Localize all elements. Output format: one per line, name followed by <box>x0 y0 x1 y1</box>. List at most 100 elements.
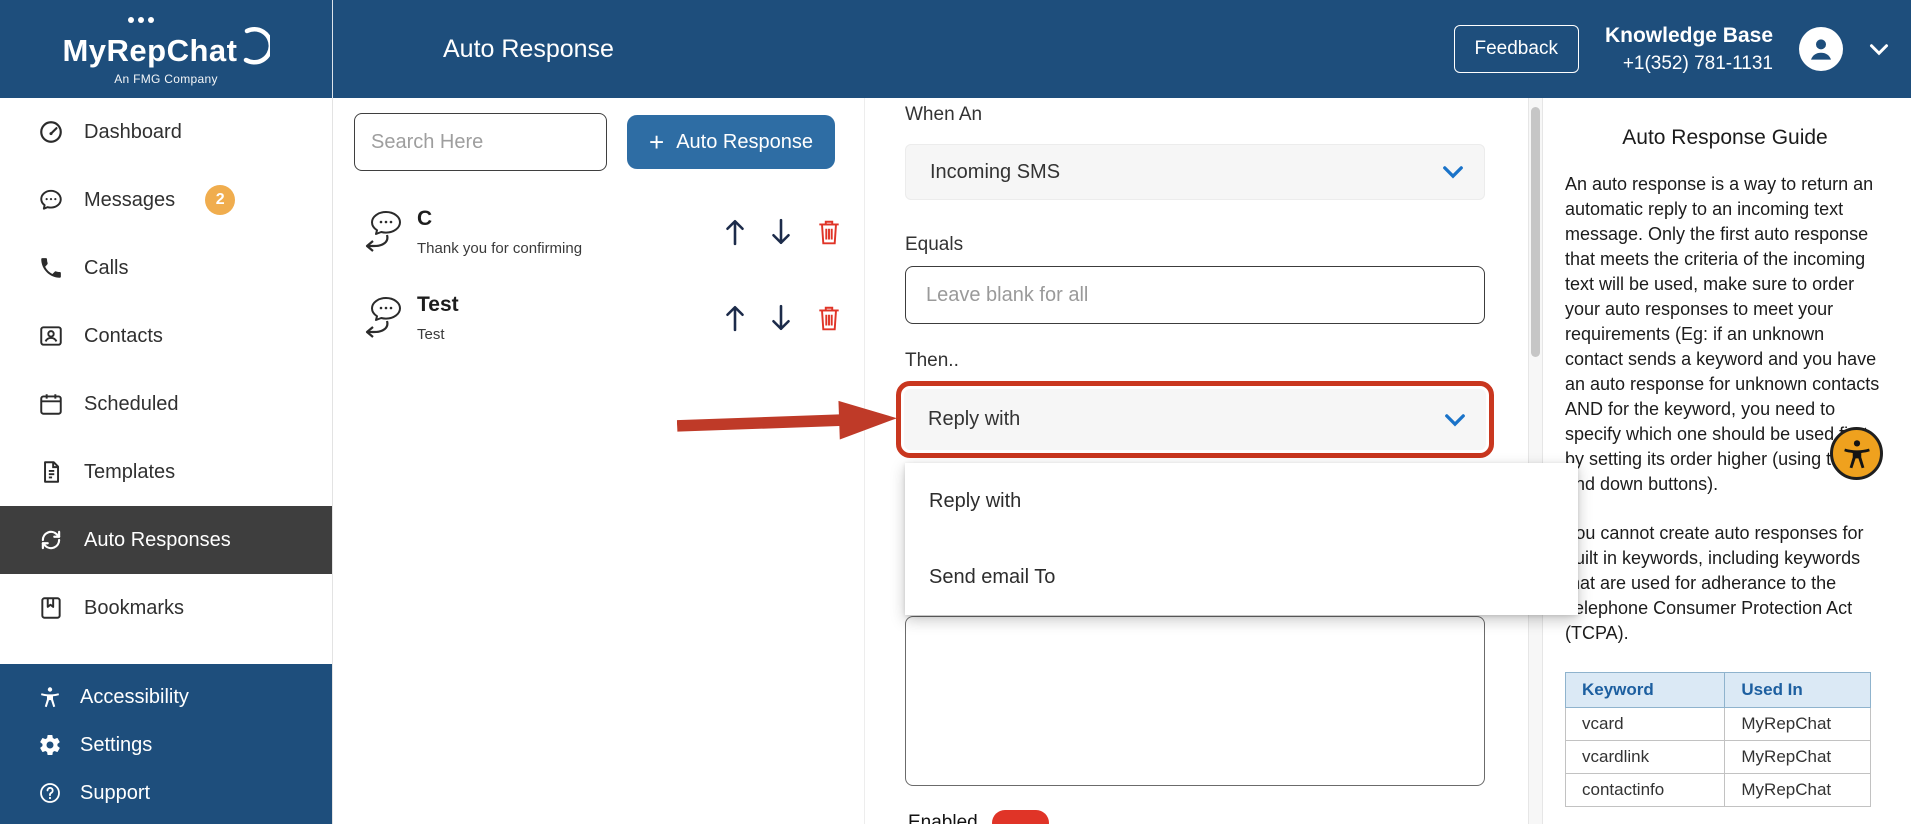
sidebar-item-auto-responses[interactable]: Auto Responses <box>0 506 332 574</box>
move-up-button[interactable] <box>724 218 746 246</box>
add-auto-response-button[interactable]: + Auto Response <box>627 115 835 169</box>
guide-paragraph: You cannot create auto responses for bui… <box>1565 523 1864 643</box>
user-avatar[interactable] <box>1799 27 1843 71</box>
annotation-highlight: Reply with <box>896 381 1494 458</box>
sidebar-item-calls[interactable]: Calls <box>0 234 332 302</box>
chat-swoosh-icon <box>243 26 270 64</box>
add-auto-response-label: Auto Response <box>676 130 813 153</box>
keyword-cell: contactinfo <box>1564 773 1726 807</box>
app-header: MyRepChat An FMG Company Auto Response F… <box>0 0 1911 98</box>
question-circle-icon <box>38 781 62 805</box>
search-input[interactable] <box>354 113 607 171</box>
sidebar-item-label: Calls <box>84 256 129 279</box>
table-row: contactinfo MyRepChat <box>1564 773 1871 807</box>
auto-reply-icon <box>359 209 403 255</box>
action-select[interactable]: Reply with <box>904 389 1486 450</box>
auto-response-subtitle: Test <box>417 326 445 343</box>
keyword-cell: vcardlink <box>1564 740 1726 774</box>
brand-tagline: An FMG Company <box>114 71 218 86</box>
sidebar-item-label: Support <box>80 781 151 804</box>
response-textarea[interactable] <box>905 616 1485 786</box>
chevron-down-icon <box>1870 43 1888 55</box>
sidebar-item-label: Auto Responses <box>84 528 231 551</box>
sidebar-item-templates[interactable]: Templates <box>0 438 332 506</box>
dropdown-option-reply-with[interactable]: Reply with <box>905 463 1578 539</box>
sidebar-item-settings[interactable]: Settings <box>0 721 332 769</box>
user-avatar-icon <box>1811 39 1831 60</box>
contact-card-icon <box>38 323 64 349</box>
sidebar-item-label: Templates <box>84 460 176 483</box>
sidebar-item-label: Bookmarks <box>84 596 185 619</box>
sidebar-item-scheduled[interactable]: Scheduled <box>0 370 332 438</box>
document-icon <box>38 459 64 485</box>
account-info: Knowledge Base +1(352) 781-1131 <box>1605 23 1773 76</box>
dropdown-option-send-email-to[interactable]: Send email To <box>905 539 1578 615</box>
guide-title: Auto Response Guide <box>1622 126 1828 149</box>
sidebar-item-label: Dashboard <box>84 120 182 143</box>
chevron-down-icon <box>1444 413 1466 427</box>
sidebar-item-support[interactable]: Support <box>0 769 332 817</box>
scrollbar-thumb[interactable] <box>1531 107 1540 357</box>
action-select-value: Reply with <box>928 408 1021 430</box>
move-down-button[interactable] <box>770 218 792 246</box>
enabled-toggle[interactable] <box>991 810 1049 824</box>
sidebar-item-contacts[interactable]: Contacts <box>0 302 332 370</box>
sidebar: Dashboard Messages 2 Calls Contacts Sche… <box>0 98 333 824</box>
chat-bubble-icon <box>38 187 64 213</box>
equals-label: Equals <box>905 234 964 255</box>
phone-icon <box>38 255 64 281</box>
plus-icon: + <box>649 127 665 157</box>
account-phone: +1(352) 781-1131 <box>1622 52 1773 74</box>
bookmark-icon <box>38 595 64 621</box>
brand-name: MyRepChat <box>62 32 238 68</box>
page-title: Auto Response <box>443 34 614 63</box>
accessibility-icon <box>1843 439 1870 468</box>
sidebar-item-label: Settings <box>80 733 153 756</box>
sidebar-item-accessibility[interactable]: Accessibility <box>0 673 332 721</box>
feedback-button[interactable]: Feedback <box>1453 25 1579 73</box>
used-in-cell: MyRepChat <box>1724 740 1871 774</box>
delete-icon[interactable] <box>816 304 842 332</box>
messages-unread-badge: 2 <box>205 185 236 215</box>
auto-response-editor: When An Incoming SMS Equals Then.. Reply… <box>865 98 1528 824</box>
app-logo: MyRepChat An FMG Company <box>0 0 333 98</box>
auto-response-item[interactable]: Test Test <box>333 293 864 343</box>
sidebar-item-label: Scheduled <box>84 392 179 415</box>
accessibility-widget-button[interactable] <box>1830 427 1883 480</box>
table-row: vcard MyRepChat <box>1564 707 1871 741</box>
auto-response-title: C <box>417 207 433 230</box>
vertical-scrollbar[interactable] <box>1528 98 1543 824</box>
equals-input[interactable] <box>905 266 1485 324</box>
gauge-icon <box>38 119 64 145</box>
used-in-cell: MyRepChat <box>1724 773 1871 807</box>
trigger-select-value: Incoming SMS <box>930 160 1061 183</box>
auto-response-list-panel: + Auto Response C Thank you for confirmi… <box>333 98 865 824</box>
auto-response-subtitle: Thank you for confirming <box>417 240 583 257</box>
used-in-cell: MyRepChat <box>1724 707 1871 741</box>
move-down-button[interactable] <box>770 304 792 332</box>
sidebar-item-label: Contacts <box>84 324 163 347</box>
account-menu-chevron[interactable] <box>1869 43 1889 56</box>
auto-response-item[interactable]: C Thank you for confirming <box>333 207 864 257</box>
account-name: Knowledge Base <box>1604 23 1773 47</box>
delete-icon[interactable] <box>816 218 842 246</box>
then-label: Then.. <box>905 350 959 371</box>
keyword-table-header: Used In <box>1724 672 1871 708</box>
trigger-select[interactable]: Incoming SMS <box>905 144 1485 200</box>
sidebar-item-label: Messages <box>84 188 176 211</box>
keyword-table: Keyword Used In vcard MyRepChat vcardlin… <box>1564 672 1871 807</box>
sidebar-footer: Accessibility Settings Support <box>0 664 332 824</box>
keyword-cell: vcard <box>1564 707 1726 741</box>
table-row: vcardlink MyRepChat <box>1564 740 1871 774</box>
sidebar-item-dashboard[interactable]: Dashboard <box>0 98 332 166</box>
sidebar-item-bookmarks[interactable]: Bookmarks <box>0 574 332 642</box>
accessibility-icon <box>38 685 62 709</box>
keyword-table-header: Keyword <box>1564 672 1726 708</box>
when-an-label: When An <box>905 104 983 125</box>
move-up-button[interactable] <box>724 304 746 332</box>
sidebar-item-messages[interactable]: Messages 2 <box>0 166 332 234</box>
sidebar-item-label: Accessibility <box>80 685 189 708</box>
logo-dots-icon <box>128 16 135 23</box>
chevron-down-icon <box>1442 165 1464 179</box>
enabled-label: Enabled <box>908 812 978 824</box>
